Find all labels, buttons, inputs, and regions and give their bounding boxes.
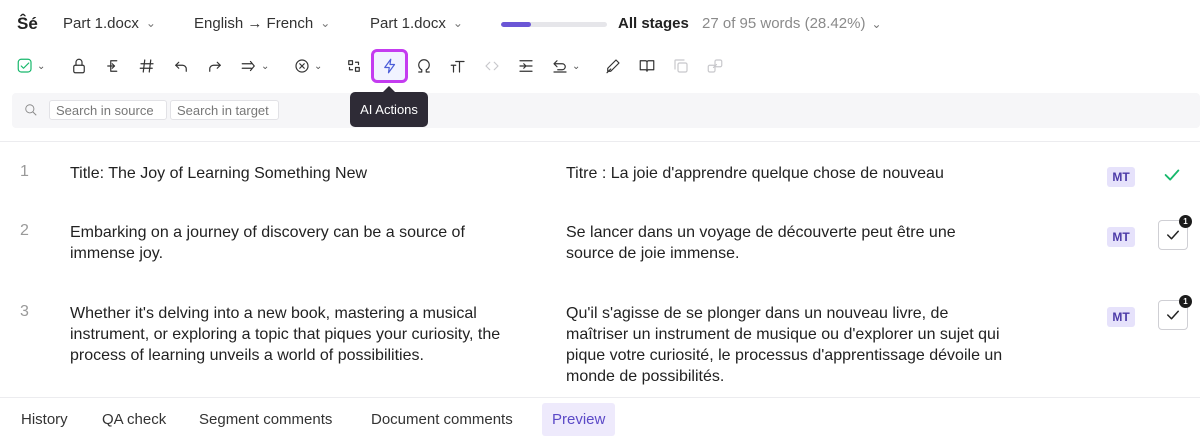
confirmed-check-icon[interactable] bbox=[1161, 164, 1183, 191]
segment-number: 3 bbox=[20, 303, 29, 320]
lock-button[interactable] bbox=[70, 54, 88, 78]
redo-icon bbox=[209, 61, 221, 72]
top-bar: Ŝé Part 1.docx ⌄ English → French ⌄ Part 1… bbox=[0, 0, 1200, 48]
document-label: Part 1.docx bbox=[370, 15, 446, 32]
file-menu-dropdown[interactable]: Part 1.docx ⌄ bbox=[63, 15, 156, 32]
confirm-icon bbox=[17, 58, 32, 73]
document-dropdown[interactable]: Part 1.docx ⌄ bbox=[370, 15, 463, 32]
confirm-button[interactable]: ⌄ bbox=[16, 54, 45, 78]
special-chars-icon bbox=[418, 59, 430, 73]
language-pair-label: English → French bbox=[194, 15, 314, 32]
join-segments-button[interactable]: ⌄ bbox=[240, 54, 269, 78]
segment-number: 2 bbox=[20, 222, 29, 239]
notification-badge: 1 bbox=[1179, 295, 1192, 308]
redo-button[interactable] bbox=[206, 54, 224, 78]
tab-history[interactable]: History bbox=[11, 403, 78, 436]
segment-target[interactable]: Se lancer dans un voyage de découverte p… bbox=[566, 222, 1006, 264]
split-segment-button[interactable] bbox=[517, 54, 535, 78]
confirm-segment-button[interactable]: 1 bbox=[1158, 215, 1192, 250]
notification-badge: 1 bbox=[1179, 215, 1192, 228]
chevron-down-icon: ⌄ bbox=[572, 60, 581, 72]
dictionary-icon bbox=[639, 60, 655, 72]
mt-origin-badge: MT bbox=[1107, 307, 1135, 327]
header-divider bbox=[0, 141, 1200, 142]
mt-origin-badge: MT bbox=[1107, 227, 1135, 247]
segment-source: Embarking on a journey of discovery can … bbox=[70, 224, 465, 262]
join-icon bbox=[241, 60, 255, 72]
search-source-input[interactable] bbox=[49, 100, 167, 120]
tag-icon bbox=[139, 59, 154, 73]
editor-toolbar: ⌄ ⌄ ⌄ ⌄ bbox=[0, 49, 1200, 83]
word-count-text: 27 of 95 words bbox=[702, 15, 801, 32]
split-icon bbox=[519, 60, 533, 72]
ai-actions-button[interactable] bbox=[371, 49, 408, 83]
text-case-button[interactable] bbox=[449, 54, 467, 78]
chevron-down-icon: ⌄ bbox=[320, 16, 331, 30]
clear-icon bbox=[295, 59, 309, 73]
convert-button[interactable] bbox=[345, 54, 363, 78]
mt-origin-badge: MT bbox=[1107, 167, 1135, 187]
tab-segment-comments[interactable]: Segment comments bbox=[189, 403, 342, 436]
lock-icon bbox=[73, 58, 85, 74]
tab-document-comments[interactable]: Document comments bbox=[361, 403, 523, 436]
segment-source: Whether it's delving into a new book, ma… bbox=[70, 305, 501, 364]
revert-button[interactable]: ⌄ bbox=[551, 54, 580, 78]
segment-source: Title: The Joy of Learning Something New bbox=[70, 165, 368, 182]
progress-bar bbox=[501, 22, 607, 27]
copy-source-icon bbox=[107, 60, 118, 72]
edit-icon bbox=[606, 59, 620, 74]
ai-actions-tooltip: AI Actions bbox=[350, 86, 428, 127]
dictionary-button[interactable] bbox=[638, 54, 656, 78]
revert-icon bbox=[553, 60, 567, 73]
edit-button[interactable] bbox=[604, 54, 622, 78]
stage-filter[interactable]: All stages bbox=[618, 15, 689, 32]
chevron-down-icon: ⌄ bbox=[37, 60, 46, 72]
search-icon bbox=[24, 103, 38, 122]
bottom-panel-tabs: History QA check Segment comments Docume… bbox=[0, 397, 1200, 442]
chevron-down-icon: ⌄ bbox=[871, 17, 882, 31]
ai-actions-icon bbox=[383, 58, 395, 74]
word-percent-text: (28.42%) bbox=[804, 15, 866, 32]
check-icon bbox=[1167, 230, 1179, 240]
copy-source-button[interactable] bbox=[104, 54, 122, 78]
file-menu-label: Part 1.docx bbox=[63, 15, 139, 32]
search-target-input[interactable] bbox=[170, 100, 279, 120]
chevron-down-icon: ⌄ bbox=[261, 60, 270, 72]
link-icon bbox=[707, 59, 723, 73]
segment-target[interactable]: Titre : La joie d'apprendre quelque chos… bbox=[566, 163, 1006, 184]
code-button[interactable] bbox=[483, 54, 501, 78]
special-characters-button[interactable] bbox=[415, 54, 433, 78]
clear-button[interactable]: ⌄ bbox=[293, 54, 322, 78]
undo-button[interactable] bbox=[172, 54, 190, 78]
word-count[interactable]: 27 of 95 words (28.42%) ⌄ bbox=[702, 15, 882, 32]
link-button[interactable] bbox=[706, 54, 724, 78]
search-row bbox=[12, 93, 1200, 128]
tag-button[interactable] bbox=[138, 54, 156, 78]
chevron-down-icon: ⌄ bbox=[314, 60, 323, 72]
undo-icon bbox=[175, 61, 187, 72]
duplicate-button[interactable] bbox=[672, 54, 690, 78]
tab-qa-check[interactable]: QA check bbox=[92, 403, 176, 436]
chevron-down-icon: ⌄ bbox=[452, 16, 463, 30]
convert-icon bbox=[348, 60, 360, 72]
tab-preview[interactable]: Preview bbox=[542, 403, 616, 436]
duplicate-icon bbox=[674, 59, 688, 73]
text-case-icon bbox=[450, 60, 465, 73]
segment-number: 1 bbox=[20, 163, 29, 180]
progress-fill bbox=[501, 22, 532, 27]
code-icon bbox=[485, 61, 499, 71]
language-pair-dropdown[interactable]: English → French ⌄ bbox=[194, 15, 330, 32]
app-logo[interactable]: Ŝé bbox=[17, 14, 38, 34]
check-icon bbox=[1167, 310, 1179, 320]
chevron-down-icon: ⌄ bbox=[145, 16, 156, 30]
confirm-segment-button[interactable]: 1 bbox=[1158, 295, 1192, 330]
segment-target[interactable]: Qu'il s'agisse de se plonger dans un nou… bbox=[566, 303, 1006, 387]
